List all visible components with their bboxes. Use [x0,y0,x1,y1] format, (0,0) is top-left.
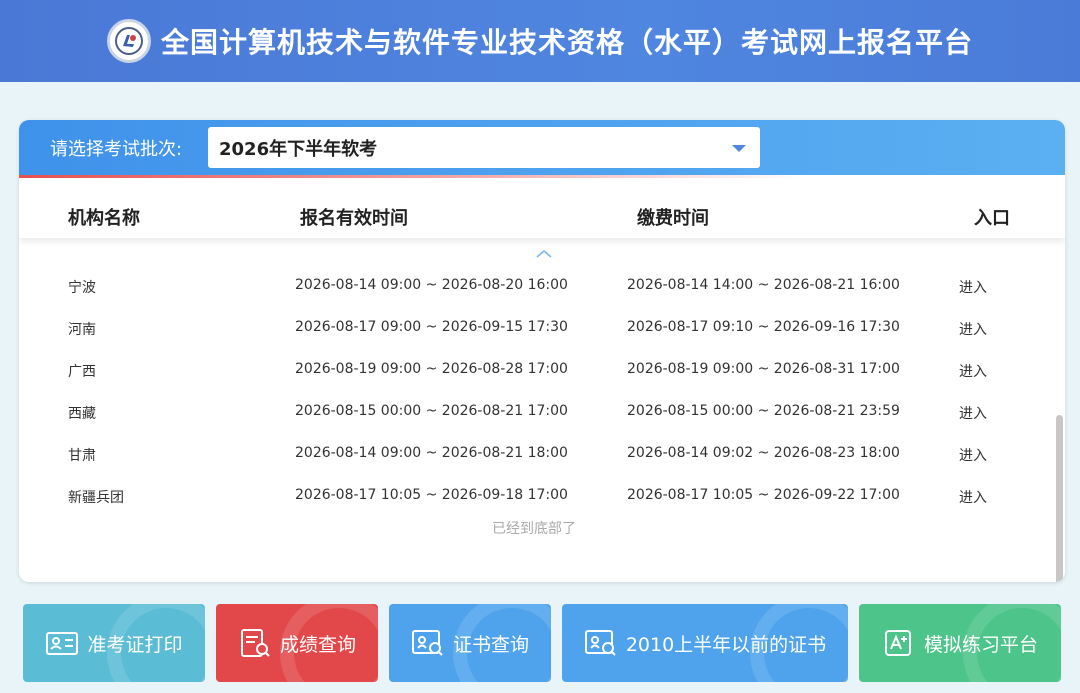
certificate-search-icon [584,630,616,656]
entry-link[interactable]: 进入 [959,445,987,465]
column-entry: 入口 [974,208,1010,229]
pay-time: 2026-08-15 00:00 ~ 2026-08-21 23:59 [627,403,900,419]
reg-time: 2026-08-17 10:05 ~ 2026-09-18 17:00 [295,487,568,503]
table-header: 机构名称 报名有效时间 缴费时间 入口 [19,178,1065,238]
reg-time: 2026-08-14 09:00 ~ 2026-08-21 18:00 [295,445,568,461]
table-row: 新疆兵团 2026-08-17 10:05 ~ 2026-09-18 17:00… [19,475,1049,517]
end-of-list-note: 已经到底部了 [492,521,576,537]
quick-action-bar: 准考证打印 成绩查询 证书查询 2010上半年以前的证书 模拟练习平台 [0,604,1080,684]
org-name: 新疆兵团 [68,490,124,506]
org-name: 广西 [68,364,96,380]
pay-time: 2026-08-14 09:02 ~ 2026-08-23 18:00 [627,445,900,461]
chevron-down-icon [732,145,746,152]
button-label: 证书查询 [452,633,529,656]
entry-link[interactable]: 进入 [959,361,987,381]
entry-link[interactable]: 进入 [959,487,987,507]
certificate-query-button[interactable]: 证书查询 [389,604,551,682]
table-row: 广西 2026-08-19 09:00 ~ 2026-08-28 17:00 2… [19,349,1049,391]
batch-selected-value: 2026年下半年软考 [219,138,378,160]
org-name: 西藏 [68,406,96,422]
pay-time: 2026-08-17 10:05 ~ 2026-09-22 17:00 [627,487,900,503]
table-row: 河南 2026-08-17 09:00 ~ 2026-09-15 17:30 2… [19,307,1049,349]
button-label: 模拟练习平台 [923,633,1038,656]
table-row: 宁波 2026-08-14 09:00 ~ 2026-08-20 16:00 2… [19,265,1049,307]
reg-time: 2026-08-15 00:00 ~ 2026-08-21 17:00 [295,403,568,419]
certificate-search-icon [411,630,443,656]
reg-time: 2026-08-17 09:00 ~ 2026-09-15 17:30 [295,319,568,335]
button-label: 准考证打印 [87,633,183,656]
chevron-up-icon[interactable] [536,244,552,263]
entry-link[interactable]: 进入 [959,319,987,339]
column-pay-time: 缴费时间 [637,208,709,229]
pay-time: 2026-08-17 09:10 ~ 2026-09-16 17:30 [627,319,900,335]
batch-select[interactable]: 2026年下半年软考 [208,127,760,168]
entry-link[interactable]: 进入 [959,403,987,423]
exam-panel: 请选择考试批次: 2026年下半年软考 机构名称 报名有效时间 缴费时间 入口 … [19,120,1065,582]
entry-link[interactable]: 进入 [959,277,987,297]
org-name: 宁波 [68,280,96,296]
pay-time: 2026-08-19 09:00 ~ 2026-08-31 17:00 [627,361,900,377]
batch-label: 请选择考试批次: [50,138,183,160]
org-name: 河南 [68,322,96,338]
id-card-icon [46,632,79,655]
page-title: 全国计算机技术与软件专业技术资格（水平）考试网上报名平台 [160,26,973,59]
document-search-icon [240,629,270,657]
practice-icon [884,630,911,656]
admission-ticket-print-button[interactable]: 准考证打印 [23,604,205,682]
reg-time: 2026-08-19 09:00 ~ 2026-08-28 17:00 [295,361,568,377]
column-org: 机构名称 [68,208,140,229]
column-reg-time: 报名有效时间 [300,208,408,229]
logo [106,19,151,63]
org-name: 甘肃 [68,448,96,464]
button-label: 成绩查询 [279,633,356,656]
pay-time: 2026-08-14 14:00 ~ 2026-08-21 16:00 [627,277,900,293]
reg-time: 2026-08-14 09:00 ~ 2026-08-20 16:00 [295,277,568,293]
scrollbar[interactable] [1056,415,1063,582]
score-query-button[interactable]: 成绩查询 [216,604,378,682]
button-label: 2010上半年以前的证书 [625,633,827,656]
practice-platform-button[interactable]: 模拟练习平台 [859,604,1061,682]
header: 全国计算机技术与软件专业技术资格（水平）考试网上报名平台 [0,0,1080,82]
pre-2010-certificate-button[interactable]: 2010上半年以前的证书 [562,604,848,682]
batch-bar: 请选择考试批次: 2026年下半年软考 [19,120,1065,178]
table-row: 甘肃 2026-08-14 09:00 ~ 2026-08-21 18:00 2… [19,433,1049,475]
table-row: 西藏 2026-08-15 00:00 ~ 2026-08-21 17:00 2… [19,391,1049,433]
